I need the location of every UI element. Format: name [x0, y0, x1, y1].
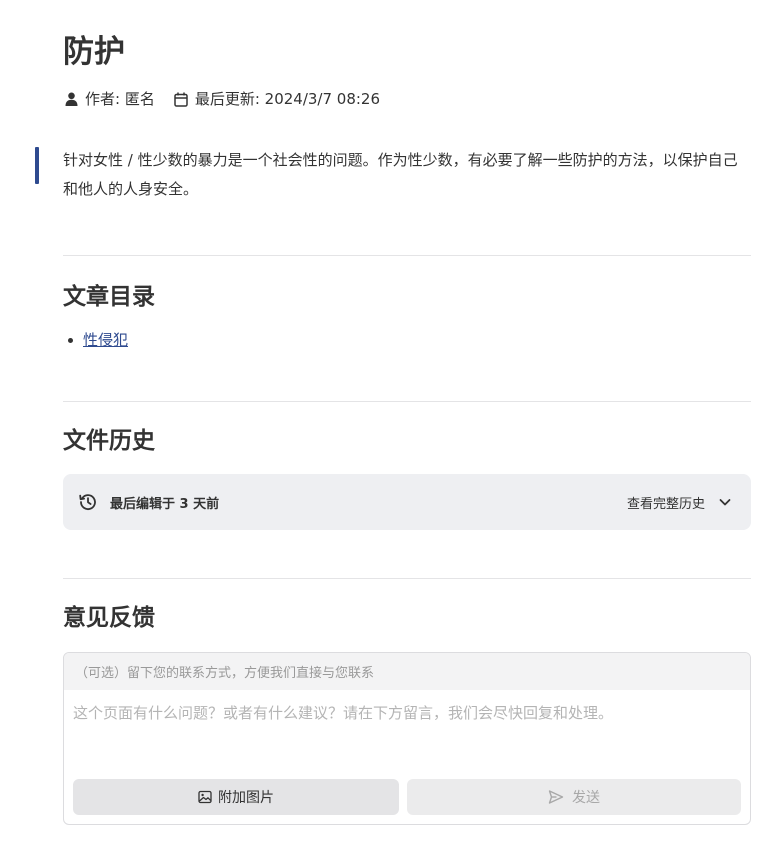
history-heading: 文件历史	[63, 428, 155, 454]
author-label: 作者: 匿名	[85, 90, 155, 108]
divider	[63, 255, 751, 256]
article-meta: 作者: 匿名 最后更新: 2024/3/7 08:26	[63, 88, 380, 110]
history-icon	[79, 493, 97, 511]
chevron-down-icon[interactable]	[717, 494, 733, 510]
send-icon	[548, 789, 564, 805]
toc-list: 性侵犯	[68, 328, 128, 352]
intro-text: 针对女性 / 性少数的暴力是一个社会性的问题。作为性少数，有必要了解一些防护的方…	[63, 151, 738, 198]
send-label: 发送	[572, 790, 600, 806]
attach-label: 附加图片	[218, 790, 274, 806]
feedback-form: （可选）留下您的联系方式，方便我们直接与您联系 这个页面有什么问题？或者有什么建…	[63, 652, 751, 825]
page-title: 防护	[63, 34, 125, 70]
bullet	[68, 337, 73, 343]
feedback-actions: 附加图片 发送	[73, 779, 741, 815]
updated-label: 最后更新: 2024/3/7 08:26	[194, 90, 381, 108]
send-button[interactable]: 发送	[407, 779, 741, 815]
page: 防护 作者: 匿名 最后更新: 2024/3/7 08:26 针对女性 / 性少…	[0, 0, 782, 847]
divider	[63, 578, 751, 579]
history-panel[interactable]: 最后编辑于 3 天前 查看完整历史	[63, 474, 751, 530]
toc-link-sexual-assault[interactable]: 性侵犯	[83, 328, 128, 352]
divider	[63, 401, 751, 402]
image-icon	[198, 790, 212, 804]
toc-heading: 文章目录	[63, 284, 155, 310]
message-textarea[interactable]: 这个页面有什么问题？或者有什么建议？请在下方留言，我们会尽快回复和处理。	[64, 690, 750, 774]
toc-item: 性侵犯	[68, 328, 128, 352]
attach-image-button[interactable]: 附加图片	[73, 779, 399, 815]
last-edited-label: 最后编辑于 3 天前	[110, 496, 220, 512]
blockquote-bar	[35, 147, 39, 184]
intro-blockquote: 针对女性 / 性少数的暴力是一个社会性的问题。作为性少数，有必要了解一些防护的方…	[35, 146, 751, 204]
calendar-icon	[173, 91, 189, 107]
view-full-history-link[interactable]: 查看完整历史	[627, 493, 705, 512]
feedback-heading: 意见反馈	[63, 605, 155, 631]
user-icon	[63, 91, 79, 107]
contact-input[interactable]: （可选）留下您的联系方式，方便我们直接与您联系	[64, 653, 750, 690]
